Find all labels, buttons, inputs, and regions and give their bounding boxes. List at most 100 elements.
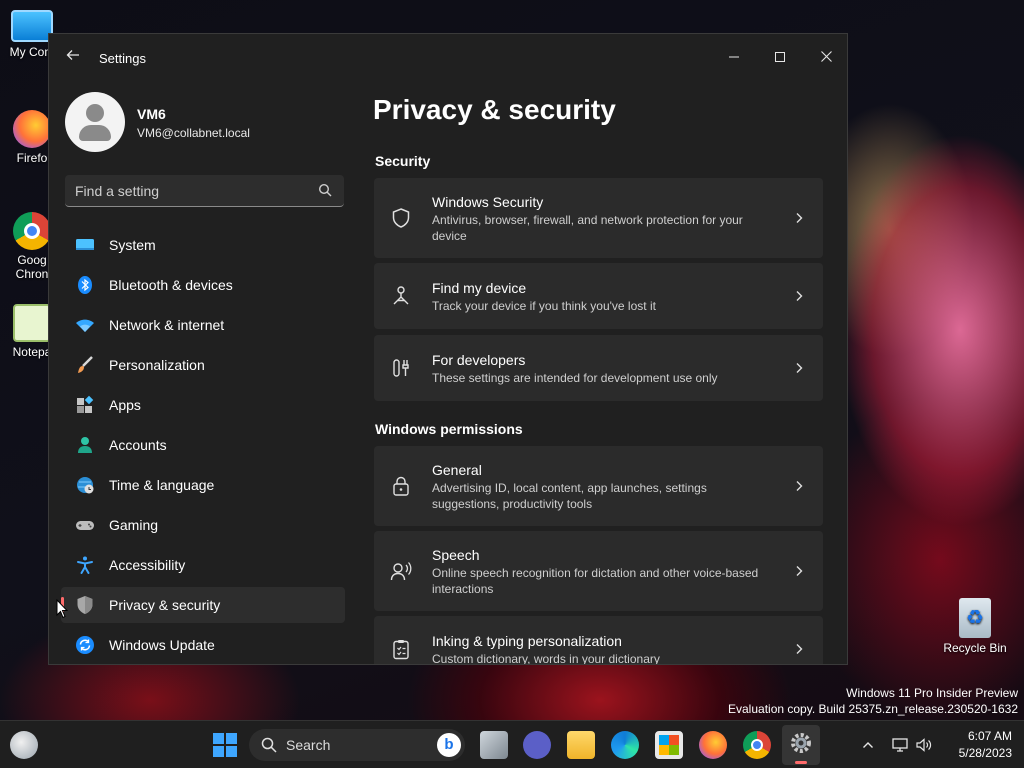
sidebar-item-privacy-security[interactable]: Privacy & security [61, 587, 345, 623]
monitor-icon [76, 239, 94, 250]
chrome-icon[interactable] [743, 731, 771, 759]
card-title: For developers [432, 352, 526, 368]
search-input[interactable] [75, 175, 305, 206]
title-bar[interactable]: Settings [49, 34, 847, 82]
desktop-icon-recycle-bin[interactable]: ♻ Recycle Bin [942, 598, 1008, 655]
taskbar: Search b 6:07 AM 5/28/2023 [0, 720, 1024, 768]
minimize-icon [729, 56, 739, 58]
volume-icon[interactable] [915, 736, 933, 754]
app-title: Settings [99, 51, 146, 66]
sidebar-item-accounts[interactable]: Accounts [61, 427, 345, 463]
sidebar-item-label: Accounts [109, 437, 167, 453]
sidebar-item-network[interactable]: Network & internet [61, 307, 345, 343]
developer-tools-icon [393, 359, 409, 377]
card-general[interactable]: General Advertising ID, local content, a… [374, 446, 823, 526]
sidebar-item-label: Bluetooth & devices [109, 277, 233, 293]
chevron-right-icon [796, 644, 803, 654]
watermark-line: Windows 11 Pro Insider Preview [846, 686, 1018, 700]
user-profile[interactable]: VM6 VM6@collabnet.local [65, 92, 355, 152]
start-button[interactable] [211, 731, 239, 759]
settings-taskbar-button[interactable] [782, 725, 820, 765]
clock-date: 5/28/2023 [958, 746, 1012, 760]
edge-icon[interactable] [611, 731, 639, 759]
task-view-icon[interactable] [480, 731, 508, 759]
recycle-bin-icon: ♻ [959, 598, 991, 638]
chat-icon[interactable] [523, 731, 551, 759]
card-description: Antivirus, browser, firewall, and networ… [432, 213, 743, 243]
close-button[interactable] [803, 42, 847, 72]
sidebar-item-apps[interactable]: Apps [61, 387, 345, 423]
minimize-button[interactable] [711, 42, 757, 72]
sidebar-item-system[interactable]: System [61, 227, 345, 263]
page-title: Privacy & security [373, 94, 616, 125]
sidebar-item-windows-update[interactable]: Windows Update [61, 627, 345, 663]
sidebar-item-time-language[interactable]: Time & language [61, 467, 345, 503]
system-clock[interactable]: 6:07 AM 5/28/2023 [959, 728, 1012, 762]
sidebar-item-label: Gaming [109, 517, 159, 533]
globe-clock-icon [77, 477, 94, 494]
card-description: These settings are intended for developm… [432, 371, 718, 385]
card-find-my-device[interactable]: Find my device Track your device if you … [374, 263, 823, 329]
person-icon [78, 437, 92, 453]
sidebar-item-label: Network & internet [109, 317, 225, 333]
clock-time: 6:07 AM [967, 729, 1012, 743]
sidebar-item-gaming[interactable]: Gaming [61, 507, 345, 543]
desktop-icon-label: Recycle Bin [943, 641, 1007, 655]
card-inking-typing[interactable]: Inking & typing personalization Custom d… [374, 616, 823, 665]
card-description: Custom dictionary, words in your diction… [432, 652, 660, 665]
firefox-icon [13, 110, 51, 148]
bluetooth-icon [78, 276, 92, 294]
settings-window: Settings VM6 VM6@collabnet.local System [48, 33, 848, 665]
card-speech[interactable]: Speech Online speech recognition for dic… [374, 531, 823, 611]
chevron-right-icon [796, 291, 803, 301]
card-description: Track your device if you think you've lo… [432, 299, 656, 313]
sidebar-item-bluetooth[interactable]: Bluetooth & devices [61, 267, 345, 303]
taskbar-search-label: Search [286, 737, 331, 753]
chevron-up-icon[interactable] [862, 739, 874, 751]
sidebar-item-personalization[interactable]: Personalization [61, 347, 345, 383]
sidebar-item-label: System [109, 237, 156, 253]
weather-widget-icon[interactable] [10, 731, 38, 759]
section-heading-windows-permissions: Windows permissions [375, 421, 523, 437]
card-windows-security[interactable]: Windows Security Antivirus, browser, fir… [374, 178, 823, 258]
taskbar-search[interactable]: Search b [249, 729, 465, 761]
bing-icon: b [437, 733, 461, 757]
avatar [65, 92, 125, 152]
lock-icon [393, 476, 409, 496]
nav-list: System Bluetooth & devices Network & int… [61, 227, 345, 664]
card-description: Advertising ID, local content, app launc… [432, 481, 707, 511]
card-title: Speech [432, 547, 480, 563]
find-setting-search[interactable] [65, 175, 344, 207]
chevron-right-icon [796, 363, 803, 373]
sidebar-item-label: Time & language [109, 477, 215, 493]
back-arrow-icon [66, 50, 79, 60]
card-title: Inking & typing personalization [432, 633, 622, 649]
chevron-right-icon [796, 481, 803, 491]
sidebar-item-accessibility[interactable]: Accessibility [61, 547, 345, 583]
evaluation-watermark: Windows 11 Pro Insider Preview Evaluatio… [728, 685, 1018, 717]
sidebar-item-label: Accessibility [109, 557, 186, 573]
sidebar-item-label: Windows Update [109, 637, 215, 653]
person-location-icon [393, 286, 409, 305]
brush-icon [78, 356, 93, 373]
speech-icon [390, 562, 412, 581]
chrome-icon [13, 212, 51, 250]
clipboard-icon [393, 640, 409, 660]
card-title: Find my device [432, 280, 527, 296]
store-icon[interactable] [655, 731, 683, 759]
shield-outline-icon [392, 208, 410, 228]
card-title: General [432, 462, 482, 478]
maximize-button[interactable] [757, 42, 803, 72]
profile-name: VM6 [137, 106, 166, 122]
maximize-icon [775, 52, 785, 62]
chevron-right-icon [796, 566, 803, 576]
card-for-developers[interactable]: For developers These settings are intend… [374, 335, 823, 401]
gear-icon [791, 733, 811, 753]
file-explorer-icon[interactable] [567, 731, 595, 759]
firefox-icon[interactable] [699, 731, 727, 759]
back-button[interactable] [63, 48, 83, 68]
section-heading-security: Security [375, 153, 431, 169]
network-icon[interactable] [891, 736, 909, 754]
shield-icon [77, 596, 93, 614]
chevron-right-icon [796, 213, 803, 223]
